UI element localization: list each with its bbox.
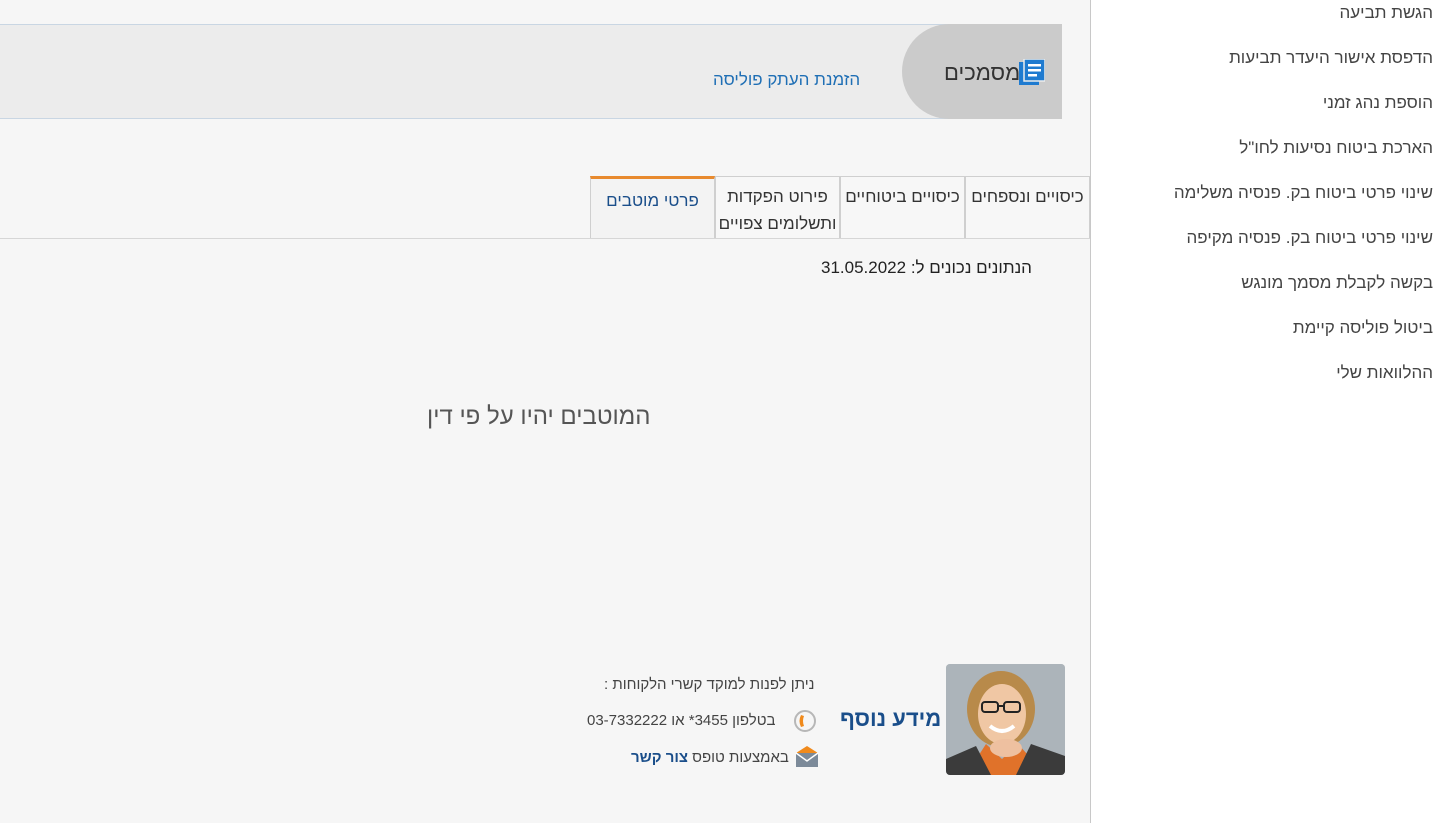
side-menu-item-add-temp-driver[interactable]: הוספת נהג זמני bbox=[1323, 93, 1433, 113]
more-info-form-text: באמצעות טופס bbox=[692, 749, 789, 766]
more-info-title: מידע נוסף bbox=[840, 706, 942, 731]
side-menu-item-extend-travel[interactable]: הארכת ביטוח נסיעות לחו"ל bbox=[1239, 138, 1433, 158]
documents-title: מסמכים bbox=[944, 60, 1021, 85]
more-info-intro: ניתן לפנות למוקד קשרי הלקוחות : bbox=[604, 676, 815, 693]
tab-label: פרטי מוטבים bbox=[606, 191, 699, 210]
tab-label-line2: ותשלומים צפויים bbox=[718, 214, 837, 233]
side-menu-item-change-comprehensive[interactable]: שינוי פרטי ביטוח בק. פנסיה מקיפה bbox=[1187, 228, 1433, 248]
as-of-date: 31.05.2022 bbox=[821, 258, 907, 277]
side-menu-item-cancel-policy[interactable]: ביטול פוליסה קיימת bbox=[1293, 318, 1433, 338]
phone-icon bbox=[793, 709, 817, 733]
more-info-phone: בטלפון 3455* או 03-7332222 bbox=[587, 712, 776, 729]
document-icon bbox=[1019, 58, 1046, 85]
tab-beneficiaries[interactable]: פרטי מוטבים bbox=[590, 176, 715, 239]
contact-us-link[interactable]: צור קשר bbox=[631, 749, 688, 766]
side-menu-item-submit-claim[interactable]: הגשת תביעה bbox=[1340, 3, 1433, 23]
data-as-of: הנתונים נכונים ל: 31.05.2022 bbox=[821, 258, 1032, 278]
side-menu-item-my-loans[interactable]: ההלוואות שלי bbox=[1336, 363, 1433, 383]
beneficiaries-message: המוטבים יהיו על פי דין bbox=[427, 403, 651, 430]
tabs-divider bbox=[0, 238, 1090, 239]
tab-label: כיסויים ונספחים bbox=[971, 187, 1084, 206]
side-menu-item-print-no-claims[interactable]: הדפסת אישור היעדר תביעות bbox=[1229, 48, 1433, 68]
side-menu: הגשת תביעה הדפסת אישור היעדר תביעות הוספ… bbox=[1090, 0, 1433, 823]
tab-deposits-payments[interactable]: פירוט הפקדות ותשלומים צפויים bbox=[715, 176, 840, 239]
as-of-label: הנתונים נכונים ל: bbox=[910, 258, 1032, 277]
tab-label: כיסויים ביטוחיים bbox=[845, 187, 960, 206]
order-policy-copy-link[interactable]: הזמנת העתק פוליסה bbox=[713, 70, 860, 90]
customer-service-avatar bbox=[946, 664, 1065, 775]
mail-icon bbox=[795, 745, 819, 769]
tab-label-line1: פירוט הפקדות bbox=[727, 187, 828, 206]
more-info-form: באמצעות טופס צור קשר bbox=[631, 749, 789, 766]
side-menu-item-accessible-document[interactable]: בקשה לקבלת מסמך מונגש bbox=[1241, 273, 1433, 293]
tab-coverages-annexes[interactable]: כיסויים ונספחים bbox=[965, 176, 1090, 239]
side-menu-item-change-supplementary[interactable]: שינוי פרטי ביטוח בק. פנסיה משלימה bbox=[1174, 183, 1433, 203]
tab-insurance-coverages[interactable]: כיסויים ביטוחיים bbox=[840, 176, 965, 239]
